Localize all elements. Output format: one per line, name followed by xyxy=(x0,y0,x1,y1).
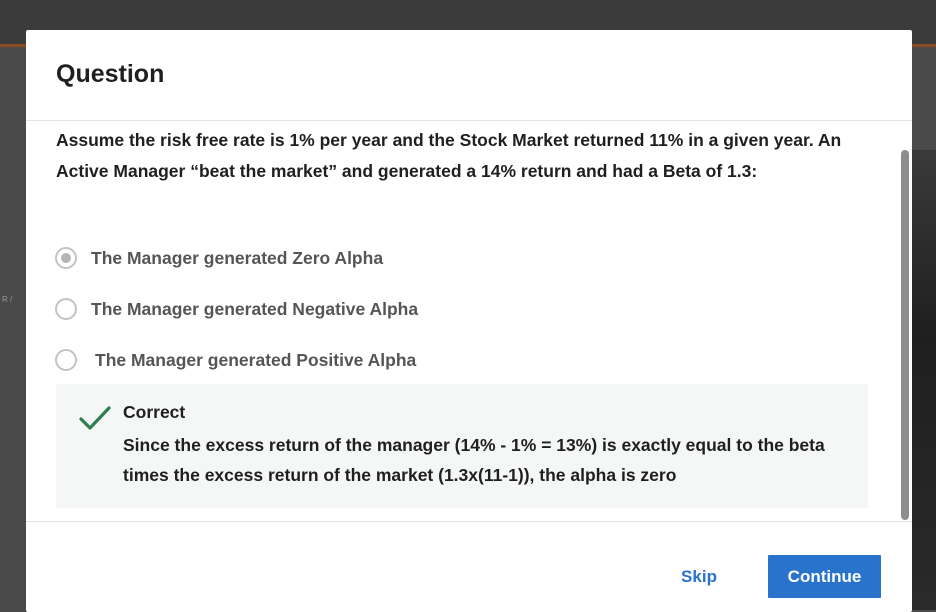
skip-button[interactable]: Skip xyxy=(666,556,732,598)
modal-scrollbar[interactable] xyxy=(901,150,909,520)
feedback-box: Correct Since the excess return of the m… xyxy=(56,384,868,508)
answer-option-label: The Manager generated Positive Alpha xyxy=(95,349,417,370)
modal-body: Assume the risk free rate is 1% per year… xyxy=(26,121,912,521)
radio-button-selected[interactable] xyxy=(55,247,77,269)
continue-button[interactable]: Continue xyxy=(768,555,881,598)
modal-header: Question xyxy=(26,30,912,121)
answer-option-label: The Manager generated Negative Alpha xyxy=(91,298,419,319)
question-modal: Question Assume the risk free rate is 1%… xyxy=(26,30,912,612)
answer-option-negative-alpha[interactable]: The Manager generated Negative Alpha xyxy=(55,295,418,323)
feedback-title: Correct xyxy=(123,402,186,422)
checkmark-icon xyxy=(79,406,111,430)
radio-button[interactable] xyxy=(55,349,77,371)
answer-option-label: The Manager generated Zero Alpha xyxy=(91,247,384,268)
modal-footer: Skip Continue xyxy=(26,521,912,612)
feedback-explanation: Since the excess return of the manager (… xyxy=(123,435,825,485)
modal-title: Question xyxy=(56,60,165,88)
background-side-text: R / xyxy=(2,295,13,304)
radio-button[interactable] xyxy=(55,298,77,320)
question-text: Assume the risk free rate is 1% per year… xyxy=(56,130,842,181)
answer-option-zero-alpha[interactable]: The Manager generated Zero Alpha xyxy=(55,244,383,272)
answer-option-positive-alpha[interactable]: The Manager generated Positive Alpha xyxy=(55,346,416,374)
